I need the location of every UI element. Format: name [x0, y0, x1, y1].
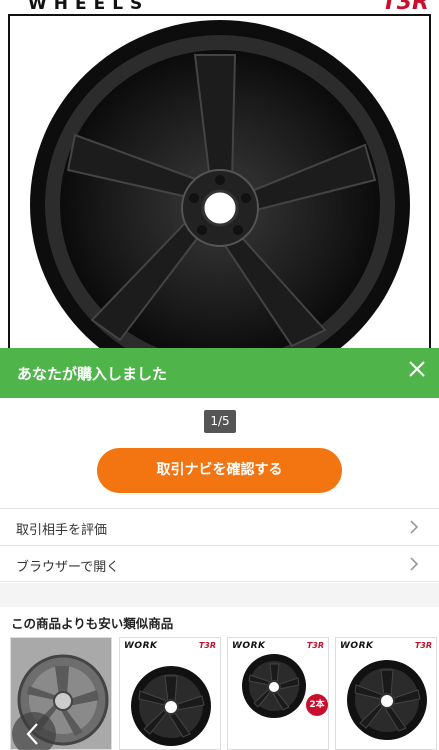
- brand-text: WHEELS: [28, 0, 150, 14]
- wheel-thumbnail: [347, 660, 427, 740]
- similar-item[interactable]: WORK T3R: [119, 637, 221, 750]
- wheel-thumbnail: [131, 666, 211, 746]
- menu-item-rate-partner[interactable]: 取引相手を評価: [0, 508, 439, 545]
- image-page-counter: 1/5: [204, 410, 236, 433]
- menu-item-open-browser[interactable]: ブラウザーで開く: [0, 545, 439, 582]
- similar-item[interactable]: WORK T3R: [335, 637, 437, 750]
- quantity-badge: 2本: [306, 694, 328, 716]
- section-divider: [0, 583, 439, 607]
- similar-item[interactable]: WORK T3R 2本: [227, 637, 329, 750]
- similar-items-list: WORK T3R WORK T3R 2本 WORK T3R: [10, 637, 439, 750]
- product-image[interactable]: WHEELS T3R: [0, 0, 439, 348]
- corner-logo: T3R: [381, 0, 429, 15]
- banner-title: あなたが購入しました: [17, 365, 168, 383]
- view-transaction-button[interactable]: 取引ナビを確認する: [97, 448, 342, 493]
- menu-item-label: 取引相手を評価: [16, 523, 108, 538]
- wheel-illustration: [30, 20, 410, 348]
- similar-items-title: この商品よりも安い類似商品: [11, 616, 174, 631]
- scroll-left-button[interactable]: [12, 712, 56, 750]
- chevron-left-icon: [26, 723, 38, 745]
- close-icon[interactable]: [407, 359, 427, 379]
- menu-item-label: ブラウザーで開く: [16, 560, 120, 575]
- chevron-right-icon: [410, 520, 419, 534]
- purchased-banner: あなたが購入しました: [0, 348, 439, 398]
- chevron-right-icon: [410, 557, 419, 571]
